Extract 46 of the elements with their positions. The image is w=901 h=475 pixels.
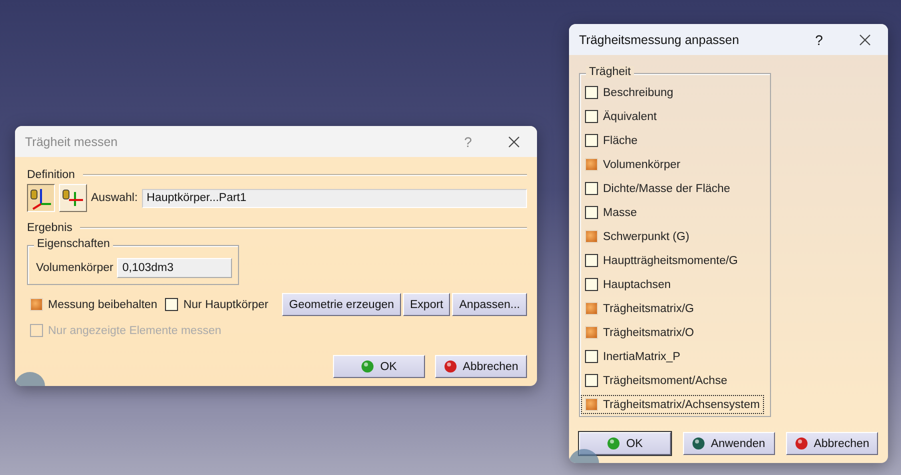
checkbox[interactable]: InertiaMatrix_P	[582, 348, 684, 365]
field-label: Auswahl:	[91, 192, 138, 204]
section-label: Definition	[27, 169, 75, 181]
dialog-button[interactable]: Abbrechen	[435, 355, 527, 378]
help-button[interactable]: ?	[796, 32, 842, 48]
ball-icon	[361, 360, 374, 373]
checkbox[interactable]: Hauptachsen	[582, 276, 674, 293]
checkbox[interactable]: Hauptträgheitsmomente/G	[582, 252, 741, 269]
dialog-button[interactable]: Abbrechen	[786, 432, 878, 455]
dialog-button[interactable]: Anwenden	[682, 432, 774, 455]
checkbox[interactable]: Masse	[582, 204, 640, 221]
checkbox[interactable]: Trägheitsmatrix/Achsensystem	[582, 396, 763, 413]
section-label: Ergebnis	[27, 222, 72, 234]
checkbox[interactable]: Trägheitsmoment/Achse	[582, 372, 730, 389]
window-title: Trägheit messen	[25, 134, 119, 148]
checkbox[interactable]: Messung beibehalten	[27, 296, 160, 313]
globe-decoration	[569, 449, 599, 463]
checkbox[interactable]: Nur Hauptkörper	[162, 296, 272, 313]
ball-icon	[444, 360, 457, 373]
property-label: Volumenkörper	[36, 262, 114, 274]
dialog-button[interactable]: OK	[333, 355, 425, 378]
ball-icon	[607, 437, 620, 450]
checkbox[interactable]: Trägheitsmatrix/O	[582, 324, 697, 341]
axis-system-icon	[29, 186, 53, 210]
checkbox[interactable]: Beschreibung	[582, 84, 676, 101]
ball-icon	[794, 437, 808, 450]
close-icon[interactable]	[508, 136, 520, 148]
checkbox[interactable]: Äquivalent	[582, 108, 660, 125]
checkbox[interactable]: Dichte/Masse der Fläche	[582, 180, 734, 197]
ball-icon	[692, 437, 705, 450]
action-button[interactable]: Geometrie erzeugen	[282, 293, 402, 316]
value-field: 0,103dm3	[117, 258, 232, 278]
checkbox[interactable]: Schwerpunkt (G)	[582, 228, 692, 245]
close-icon[interactable]	[859, 34, 871, 46]
window-title: Trägheitsmessung anpassen	[579, 32, 740, 46]
checkbox[interactable]: Volumenkörper	[582, 156, 684, 173]
selection-field[interactable]: Hauptkörper...Part1	[142, 188, 527, 208]
checkbox[interactable]: Trägheitsmatrix/G	[582, 300, 697, 317]
checkbox[interactable]: Fläche	[582, 132, 641, 149]
action-button[interactable]: Export	[403, 293, 450, 316]
globe-decoration	[15, 372, 45, 386]
group-label: Eigenschaften	[34, 238, 113, 250]
action-button[interactable]: Anpassen...	[452, 293, 527, 316]
tool-button[interactable]	[27, 184, 55, 212]
dialog-button[interactable]: OK	[579, 432, 671, 455]
group-label: Trägheit	[586, 66, 634, 78]
